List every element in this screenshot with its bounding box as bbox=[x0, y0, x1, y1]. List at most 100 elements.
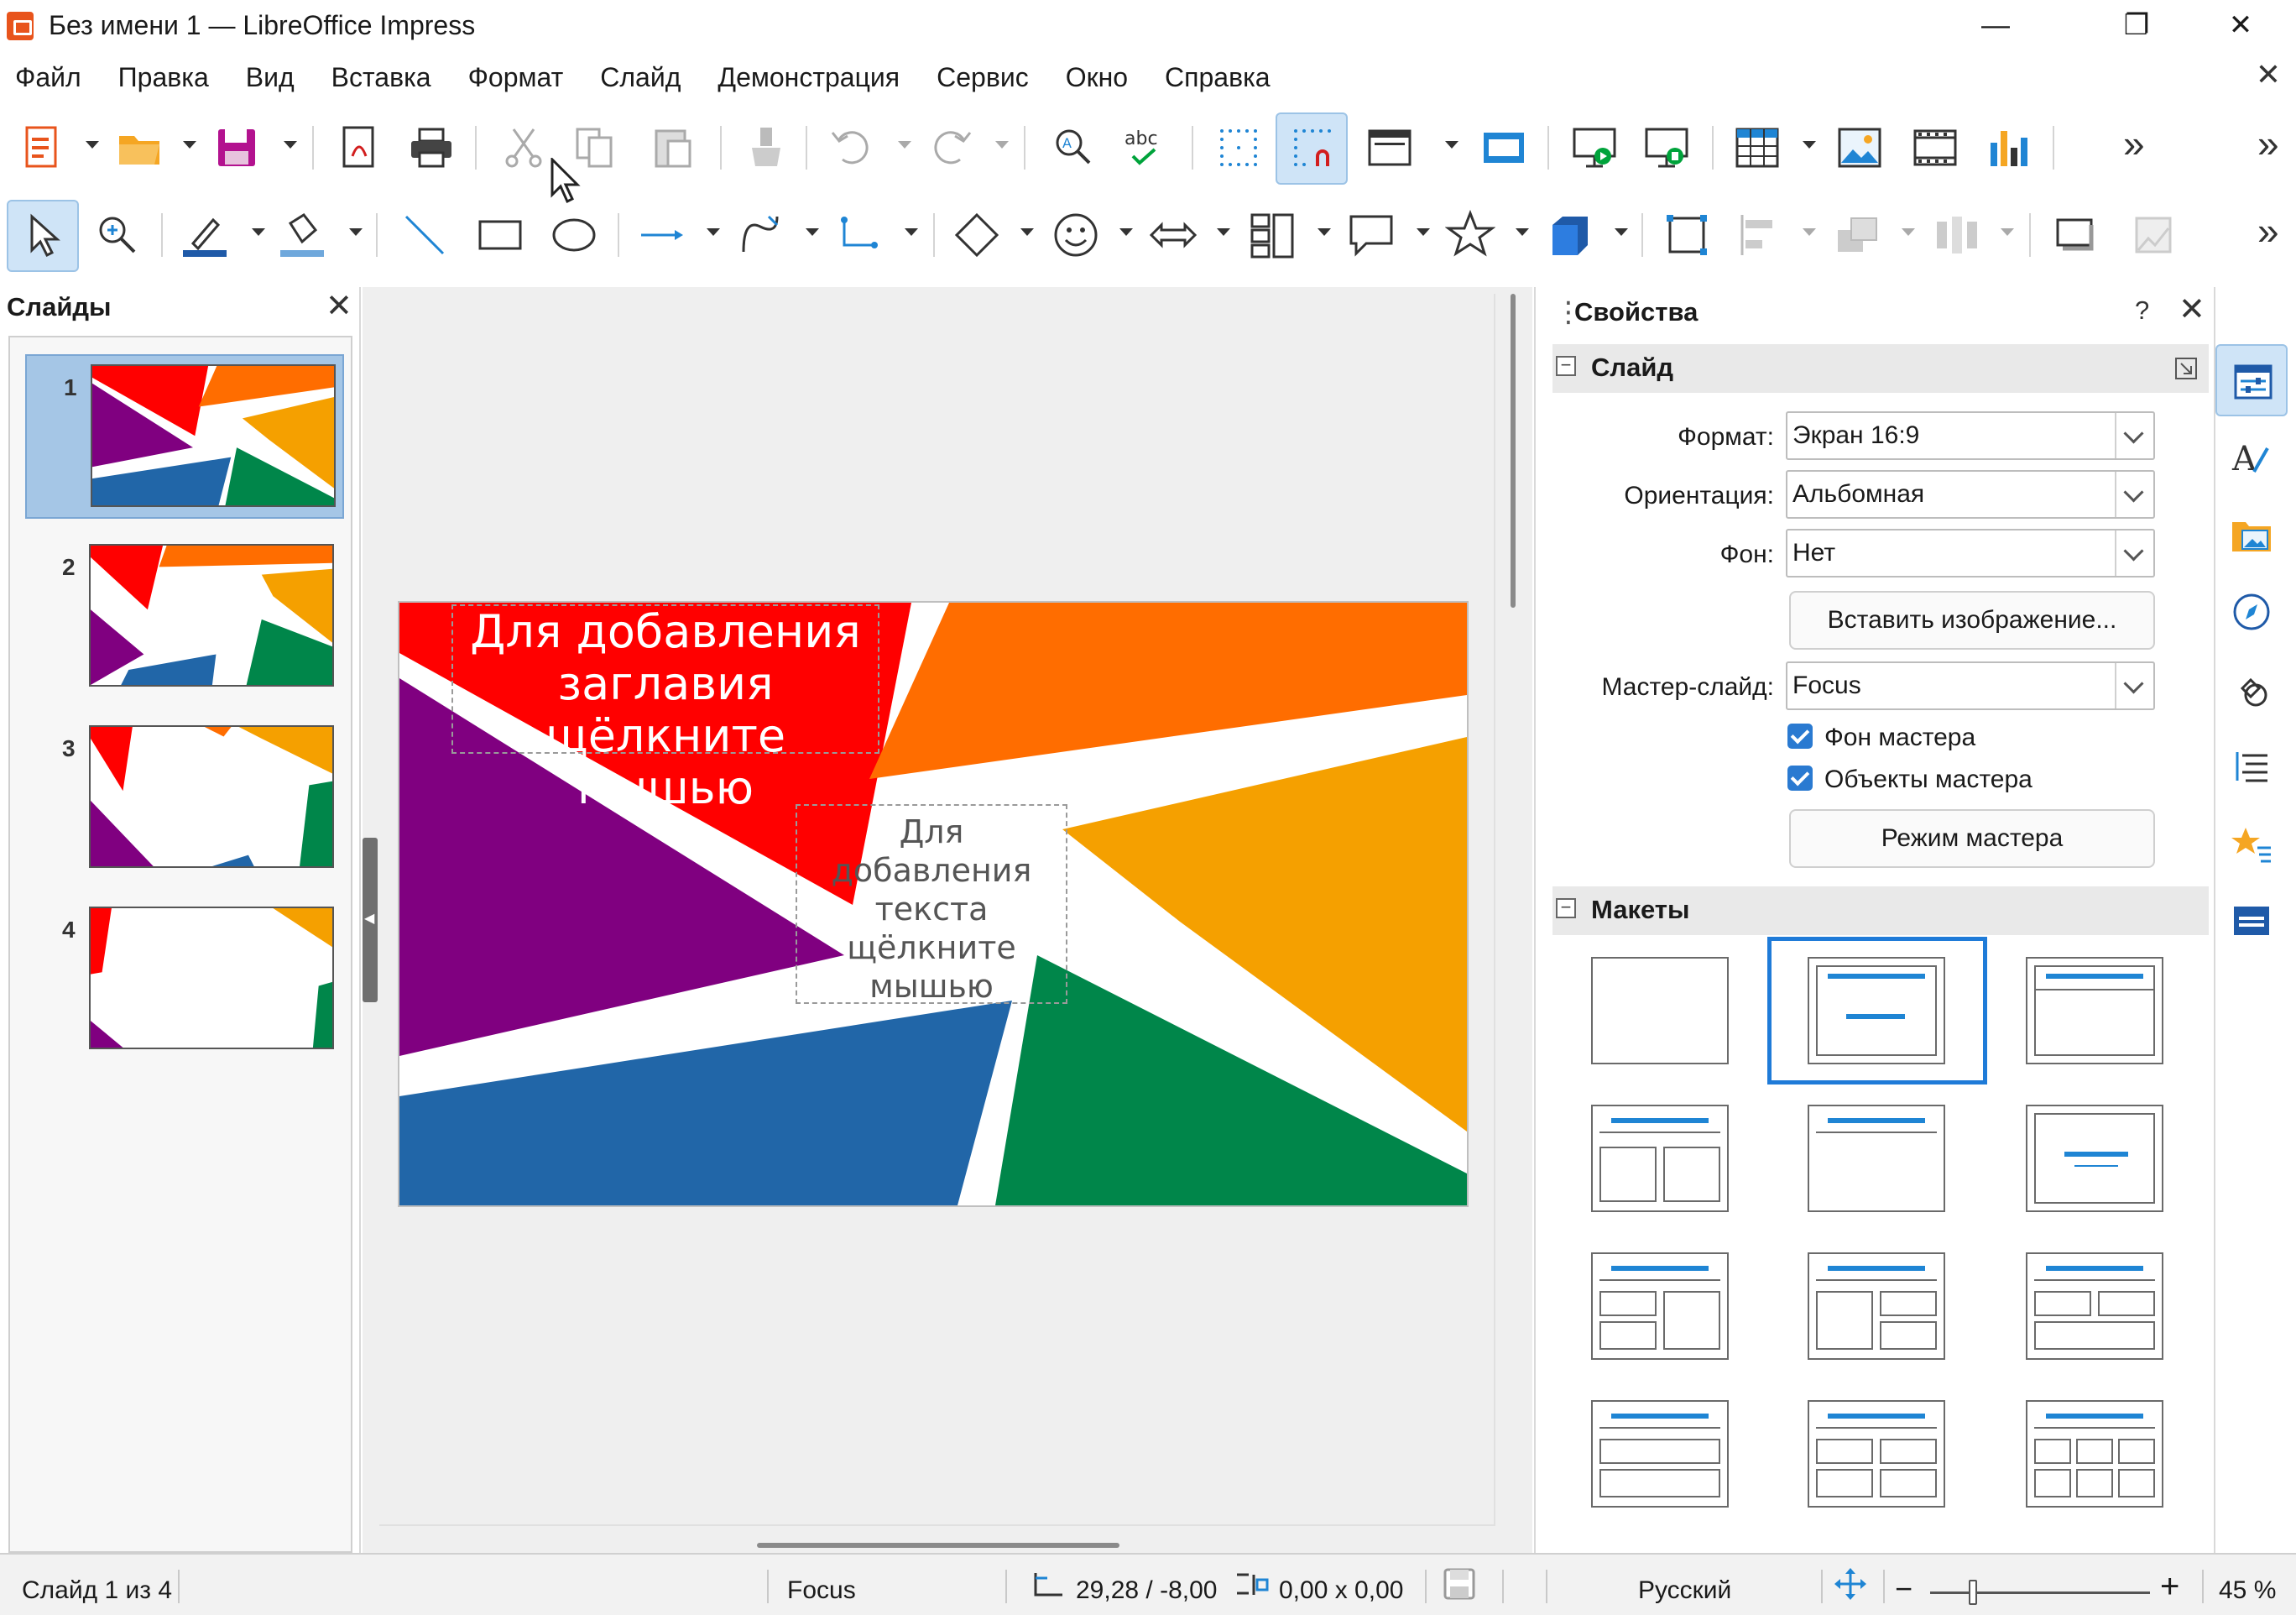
close-window-button[interactable]: ✕ bbox=[2190, 0, 2291, 50]
styles-tab[interactable]: A bbox=[2215, 421, 2288, 494]
start-from-current-slide-icon[interactable] bbox=[1641, 123, 1692, 173]
toolbar-overflow-icon[interactable]: » bbox=[2257, 208, 2279, 253]
basic-shapes-diamond-icon[interactable] bbox=[952, 210, 1002, 260]
master-slide-status[interactable]: Focus bbox=[787, 1576, 856, 1605]
clone-formatting-icon[interactable] bbox=[742, 123, 792, 173]
layout-title-content-2-content[interactable] bbox=[1591, 1252, 1729, 1360]
close-document-button[interactable]: ✕ bbox=[2256, 57, 2281, 92]
3d-objects-icon[interactable] bbox=[1544, 210, 1594, 260]
shadow-icon[interactable] bbox=[2051, 210, 2101, 260]
fit-slide-icon[interactable] bbox=[1833, 1566, 1868, 1602]
zoom-in-icon[interactable]: + bbox=[2160, 1568, 2179, 1606]
save-dropdown-icon[interactable] bbox=[284, 141, 297, 149]
menu-window[interactable]: Окно bbox=[1066, 62, 1128, 93]
callout-dropdown-icon[interactable] bbox=[1417, 228, 1430, 236]
slide-layout-dropdown-icon[interactable] bbox=[1445, 141, 1458, 149]
slide-section-header[interactable]: − Слайд bbox=[1552, 344, 2209, 393]
menu-tools[interactable]: Сервис bbox=[937, 62, 1029, 93]
slide-transition-tab[interactable] bbox=[2215, 730, 2288, 802]
menu-help[interactable]: Справка bbox=[1165, 62, 1271, 93]
slides-pane-close-button[interactable]: ✕ bbox=[326, 287, 352, 325]
collapse-slides-pane-handle[interactable]: ◀ bbox=[363, 838, 378, 1002]
undo-dropdown-icon[interactable] bbox=[898, 141, 911, 149]
callout-icon[interactable] bbox=[1346, 210, 1396, 260]
connectors-dropdown-icon[interactable] bbox=[905, 228, 918, 236]
export-pdf-icon[interactable] bbox=[334, 123, 384, 173]
layout-title-two-columns[interactable] bbox=[1591, 1105, 1729, 1212]
chevron-down-icon[interactable] bbox=[2115, 413, 2153, 458]
start-from-first-slide-icon[interactable] bbox=[1569, 123, 1620, 173]
new-dropdown-icon[interactable] bbox=[86, 141, 99, 149]
flowchart-icon[interactable] bbox=[1247, 210, 1297, 260]
align-dropdown-icon[interactable] bbox=[1803, 228, 1816, 236]
background-select[interactable]: Нет bbox=[1786, 529, 2155, 578]
insert-table-dropdown-icon[interactable] bbox=[1803, 141, 1816, 149]
curve-tool-icon[interactable] bbox=[735, 210, 785, 260]
format-select[interactable]: Экран 16:9 bbox=[1786, 411, 2155, 460]
orientation-select[interactable]: Альбомная bbox=[1786, 470, 2155, 519]
menu-slide[interactable]: Слайд bbox=[600, 62, 681, 93]
align-objects-icon[interactable] bbox=[1734, 210, 1784, 260]
star-shapes-icon[interactable] bbox=[1445, 210, 1495, 260]
distribute-dropdown-icon[interactable] bbox=[2001, 228, 2014, 236]
vertical-scrollbar[interactable] bbox=[1511, 294, 1516, 608]
arrange-icon[interactable] bbox=[1833, 210, 1883, 260]
zoom-out-icon[interactable]: − bbox=[1895, 1571, 1912, 1607]
horizontal-scrollbar[interactable] bbox=[757, 1543, 1119, 1548]
rectangle-tool-icon[interactable] bbox=[475, 210, 525, 260]
insert-image-icon[interactable] bbox=[1834, 123, 1885, 173]
master-slide-select[interactable]: Focus bbox=[1786, 661, 2155, 710]
3d-objects-dropdown-icon[interactable] bbox=[1615, 228, 1628, 236]
undo-icon[interactable] bbox=[826, 123, 876, 173]
menu-edit[interactable]: Правка bbox=[118, 62, 209, 93]
select-arrow-icon[interactable] bbox=[17, 210, 67, 260]
line-color-icon[interactable] bbox=[180, 210, 230, 260]
spelling-icon[interactable]: abc bbox=[1121, 123, 1171, 173]
insert-chart-icon[interactable] bbox=[1982, 123, 2032, 173]
gallery-tab[interactable] bbox=[2215, 499, 2288, 571]
master-background-checkbox[interactable] bbox=[1787, 724, 1813, 749]
help-icon[interactable]: ? bbox=[2135, 295, 2149, 326]
menu-format[interactable]: Формат bbox=[468, 62, 564, 93]
symbol-shapes-smiley-icon[interactable] bbox=[1051, 210, 1101, 260]
zoom-pan-icon[interactable] bbox=[92, 210, 143, 260]
master-mode-button[interactable]: Режим мастера bbox=[1789, 809, 2155, 868]
insert-media-icon[interactable] bbox=[1910, 123, 1960, 173]
ellipse-tool-icon[interactable] bbox=[549, 210, 599, 260]
block-arrows-dropdown-icon[interactable] bbox=[1217, 228, 1230, 236]
slide-layout-icon[interactable] bbox=[1365, 123, 1415, 173]
layout-title-only[interactable] bbox=[2026, 957, 2163, 1064]
layout-title-content-over-content[interactable] bbox=[1591, 1400, 1729, 1508]
open-dropdown-icon[interactable] bbox=[183, 141, 196, 149]
layout-title-content[interactable] bbox=[1808, 957, 1945, 1064]
language-status[interactable]: Русский bbox=[1638, 1576, 1731, 1605]
shapes-tab[interactable] bbox=[2215, 653, 2288, 725]
slide-thumbnail-1[interactable]: 1 bbox=[25, 354, 344, 519]
distribute-icon[interactable] bbox=[1932, 210, 1982, 260]
display-grid-icon[interactable] bbox=[1213, 123, 1264, 173]
minimize-button[interactable]: — bbox=[1945, 0, 2046, 50]
menu-slideshow[interactable]: Демонстрация bbox=[718, 62, 900, 93]
insert-table-icon[interactable] bbox=[1732, 123, 1782, 173]
zoom-level-status[interactable]: 45 % bbox=[2219, 1576, 2276, 1605]
lines-arrows-dropdown-icon[interactable] bbox=[707, 228, 720, 236]
print-icon[interactable] bbox=[406, 123, 457, 173]
stars-dropdown-icon[interactable] bbox=[1516, 228, 1529, 236]
zoom-slider-thumb[interactable] bbox=[1969, 1580, 1977, 1605]
menu-file[interactable]: Файл bbox=[15, 62, 81, 93]
layout-centered-text[interactable] bbox=[2026, 1105, 2163, 1212]
current-slide[interactable]: Для добавления заглавия щёлкните мышью Д… bbox=[399, 603, 1467, 1205]
save-icon[interactable] bbox=[211, 123, 262, 173]
chevron-down-icon[interactable] bbox=[2115, 472, 2153, 517]
layout-title-text[interactable] bbox=[1808, 1105, 1945, 1212]
title-placeholder[interactable]: Для добавления заглавия щёлкните мышью bbox=[451, 604, 879, 814]
collapse-icon[interactable]: − bbox=[1556, 356, 1576, 376]
master-objects-checkbox[interactable] bbox=[1787, 766, 1813, 791]
content-placeholder[interactable]: Для добавления текста щёлкните мышью bbox=[796, 804, 1067, 1005]
zoom-slider-track[interactable] bbox=[1930, 1591, 2150, 1594]
toolbar-overflow-icon[interactable]: » bbox=[2257, 121, 2279, 166]
menu-insert[interactable]: Вставка bbox=[331, 62, 431, 93]
arrange-dropdown-icon[interactable] bbox=[1902, 228, 1915, 236]
insert-image-button[interactable]: Вставить изображение... bbox=[1789, 591, 2155, 650]
animation-tab[interactable] bbox=[2215, 808, 2288, 880]
